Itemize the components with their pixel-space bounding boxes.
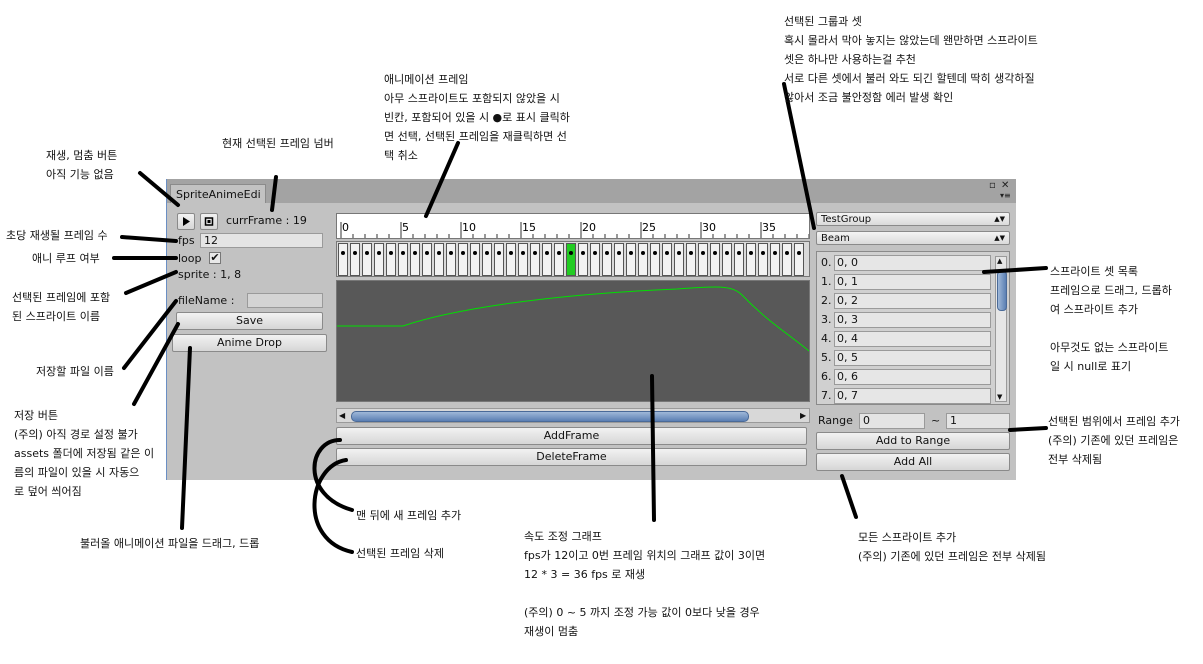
note-add-frame: 맨 뒤에 새 프레임 추가 (356, 509, 462, 522)
note-sprite-list: 스프라이트 셋 목록 프레임으로 드래그, 드롭하 여 스프라이트 추가 아무것도 … (1050, 265, 1172, 373)
note-frames: 애니메이션 프레임 아무 스프라이트도 포함되지 않았을 시 빈칸, 포함되어 있을… (384, 73, 570, 162)
note-add-range: 선택된 범위에서 프레임 추가 (주의) 기존에 있던 프레임은 전부 삭제됨 (1048, 415, 1180, 466)
note-sprite: 선택된 프레임에 포함 된 스프라이트 이름 (12, 291, 111, 323)
note-curr-frame: 현재 선택된 프레임 넘버 (222, 137, 334, 150)
note-filename: 저장할 파일 이름 (36, 365, 114, 378)
note-group-set: 선택된 그룹과 셋 혹시 몰라서 막아 놓지는 않았는데 왠만하면 스프라이트 셋은… (784, 15, 1038, 104)
note-fps: 초당 재생될 프레임 수 (6, 229, 108, 242)
note-play-stop: 재생, 멈춤 버튼 아직 기능 없음 (46, 149, 118, 181)
note-loop: 애니 루프 여부 (32, 252, 100, 265)
note-save: 저장 버튼 (주의) 아직 경로 설정 불가 assets 폴더에 저장됨 같은 이… (14, 409, 155, 498)
note-graph: 속도 조정 그래프 fps가 12이고 0번 프레임 위치의 그래프 값이 3이면… (524, 530, 766, 638)
note-add-all: 모든 스프라이트 추가 (주의) 기존에 있던 프레임은 전부 삭제됨 (858, 531, 1046, 563)
note-anime-drop: 불러올 애니메이션 파일을 드래그, 드롭 (80, 537, 260, 550)
note-delete-frame: 선택된 프레임 삭제 (356, 547, 444, 560)
